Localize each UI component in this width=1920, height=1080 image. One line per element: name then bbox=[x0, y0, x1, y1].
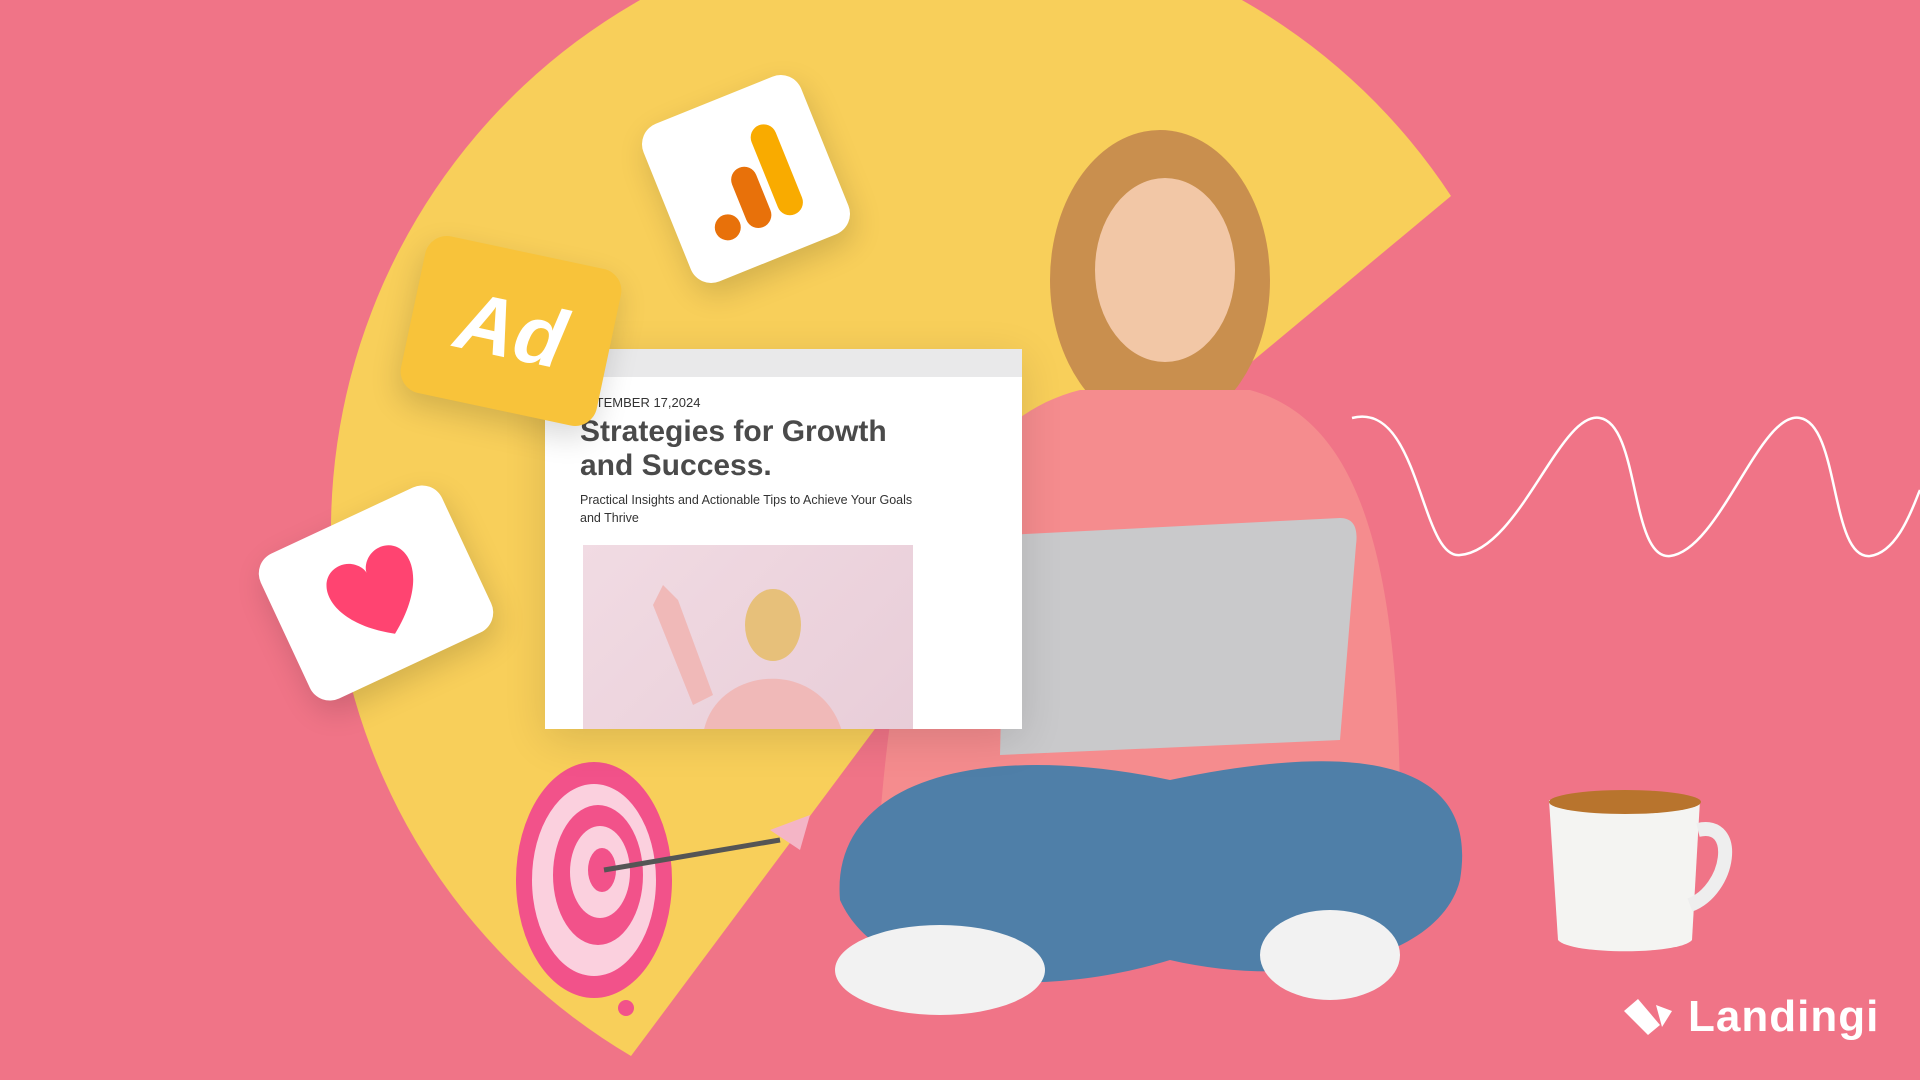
post-image bbox=[583, 545, 913, 729]
browser-bar bbox=[545, 349, 1022, 377]
brand-name: Landingi bbox=[1688, 992, 1880, 1041]
post-title: Strategies for Growth and Success. bbox=[580, 415, 887, 482]
ad-label: Ad bbox=[448, 274, 575, 387]
wavy-line bbox=[1351, 415, 1920, 558]
post-subtitle: Practical Insights and Actionable Tips t… bbox=[580, 493, 913, 525]
coffee-mug bbox=[1549, 790, 1733, 952]
post-date: PTEMBER 17,2024 bbox=[587, 395, 701, 410]
blog-post-card: PTEMBER 17,2024 Strategies for Growth an… bbox=[545, 349, 1022, 729]
landingi-logo: Landingi bbox=[1622, 992, 1879, 1042]
landingi-logo-icon bbox=[1624, 999, 1672, 1035]
